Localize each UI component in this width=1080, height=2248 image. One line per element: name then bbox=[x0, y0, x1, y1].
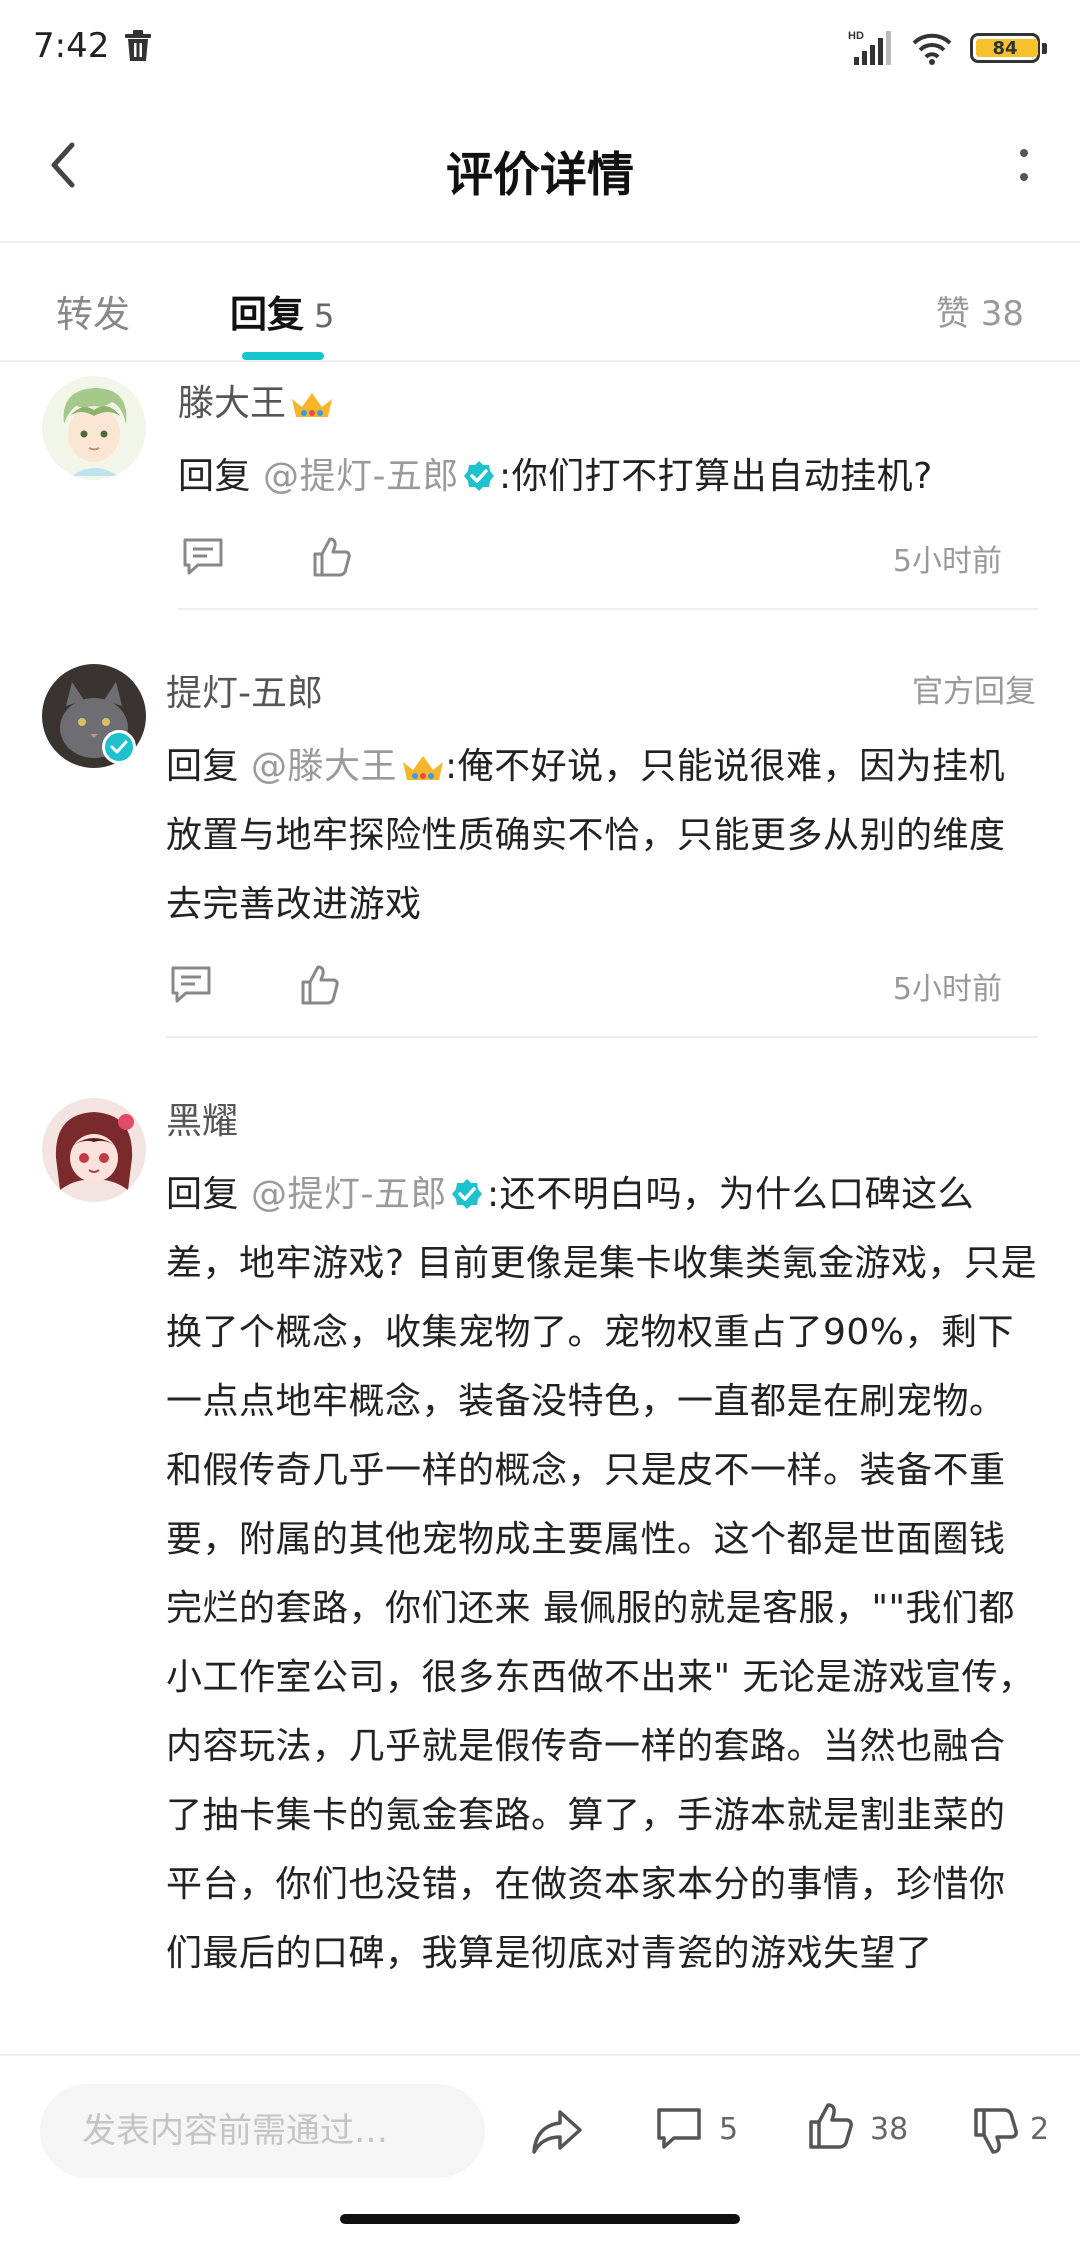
reply-item: 黑耀 回复 @提灯-五郎:还不明白吗，为什么口碑这么差，地牢游戏? 目前更像是集… bbox=[0, 1068, 1080, 2048]
status-icons: HD 84 bbox=[848, 28, 1047, 68]
trash-icon bbox=[125, 30, 151, 61]
mention-link[interactable]: @提灯-五郎 bbox=[251, 1174, 447, 1215]
thumbs-down-icon[interactable] bbox=[972, 2106, 1022, 2156]
reply-prefix: 回复 bbox=[178, 456, 252, 497]
tab-reply[interactable]: 回复 5 bbox=[230, 284, 334, 338]
reply-actions: 5小时前 bbox=[182, 536, 1002, 586]
thumbs-up-icon[interactable] bbox=[808, 2102, 854, 2150]
avatar[interactable] bbox=[42, 1098, 146, 1202]
tab-bar: 转发 回复 5 赞 38 bbox=[0, 244, 1080, 360]
like-count: 38 bbox=[870, 2112, 909, 2147]
reply-prefix: 回复 bbox=[166, 746, 240, 787]
verified-avatar-badge-icon bbox=[102, 730, 136, 764]
mention-link[interactable]: @滕大王 bbox=[251, 746, 445, 787]
timestamp: 5小时前 bbox=[892, 972, 1002, 1007]
reply-prefix: 回复 bbox=[166, 1174, 240, 1215]
reply-text: :你们打不打算出自动挂机? bbox=[498, 456, 933, 497]
username[interactable]: 滕大王 bbox=[178, 374, 334, 426]
comment-icon[interactable] bbox=[656, 2106, 702, 2150]
reply-input[interactable]: 发表内容前需通过… bbox=[40, 2084, 485, 2178]
header-divider bbox=[0, 241, 1080, 243]
mention-link[interactable]: @提灯-五郎 bbox=[263, 456, 459, 497]
reply-text: :还不明白吗，为什么口碑这么差，地牢游戏? 目前更像是集卡收集类氪金游戏，只是换… bbox=[166, 1174, 1038, 1974]
more-options-button[interactable] bbox=[1016, 145, 1032, 185]
page-title: 评价详情 bbox=[446, 148, 634, 203]
timestamp: 5小时前 bbox=[892, 544, 1002, 579]
cellular-signal-icon: HD bbox=[848, 30, 891, 65]
avatar[interactable] bbox=[42, 376, 146, 480]
svg-text:HD: HD bbox=[848, 30, 864, 42]
reply-content: 回复 @滕大王:俺不好说，只能说很难，因为挂机放置与地牢探险性质确实不恰，只能更… bbox=[166, 732, 1036, 939]
verified-badge-icon bbox=[451, 1179, 482, 1209]
reply-content: 回复 @提灯-五郎:还不明白吗，为什么口碑这么差，地牢游戏? 目前更像是集卡收集… bbox=[166, 1160, 1038, 1988]
tab-reply-label: 回复 bbox=[230, 293, 304, 336]
tab-likes[interactable]: 赞 38 bbox=[936, 286, 1024, 335]
row-divider bbox=[178, 608, 1038, 610]
row-divider bbox=[166, 1036, 1038, 1038]
tab-repost[interactable]: 转发 bbox=[56, 284, 130, 338]
status-bar: 7:42 HD 84 bbox=[0, 0, 1080, 96]
status-time: 7:42 bbox=[33, 26, 110, 66]
comment-icon[interactable] bbox=[170, 964, 212, 1004]
reply-content: 回复 @提灯-五郎 :你们打不打算出自动挂机? bbox=[178, 442, 1038, 511]
bottom-action-bar: 发表内容前需通过… 5 38 2 bbox=[0, 2056, 1080, 2206]
share-icon[interactable] bbox=[530, 2106, 584, 2156]
reply-actions: 5小时前 bbox=[170, 964, 1002, 1014]
anime-girl-avatar-icon bbox=[42, 1098, 146, 1202]
home-indicator[interactable] bbox=[340, 2214, 740, 2224]
wifi-icon bbox=[912, 33, 952, 65]
reply-item: 滕大王 回复 @提灯-五郎 :你们打不打算出自动挂机? 5小时前 bbox=[0, 362, 1080, 612]
reply-item: 提灯-五郎 官方回复 回复 @滕大王:俺不好说，只能说很难，因为挂机放置与地牢探… bbox=[0, 640, 1080, 1040]
battery-level: 84 bbox=[992, 37, 1018, 59]
crown-icon bbox=[292, 393, 333, 417]
comment-icon[interactable] bbox=[182, 536, 224, 576]
active-tab-indicator bbox=[242, 352, 324, 360]
app-header: 评价详情 bbox=[0, 100, 1080, 240]
comment-count: 5 bbox=[719, 2112, 739, 2147]
anime-boy-avatar-icon bbox=[42, 376, 146, 480]
username[interactable]: 黑耀 bbox=[166, 1092, 238, 1144]
battery-icon: 84 bbox=[970, 33, 1047, 63]
verified-badge-icon bbox=[463, 461, 494, 491]
crown-icon bbox=[402, 756, 443, 780]
username[interactable]: 提灯-五郎 bbox=[166, 664, 323, 716]
thumbs-up-icon[interactable] bbox=[312, 536, 352, 578]
thumbs-up-icon[interactable] bbox=[300, 964, 340, 1006]
tab-reply-count: 5 bbox=[314, 297, 335, 335]
official-reply-tag: 官方回复 bbox=[912, 674, 1036, 710]
dislike-count: 2 bbox=[1030, 2112, 1050, 2147]
